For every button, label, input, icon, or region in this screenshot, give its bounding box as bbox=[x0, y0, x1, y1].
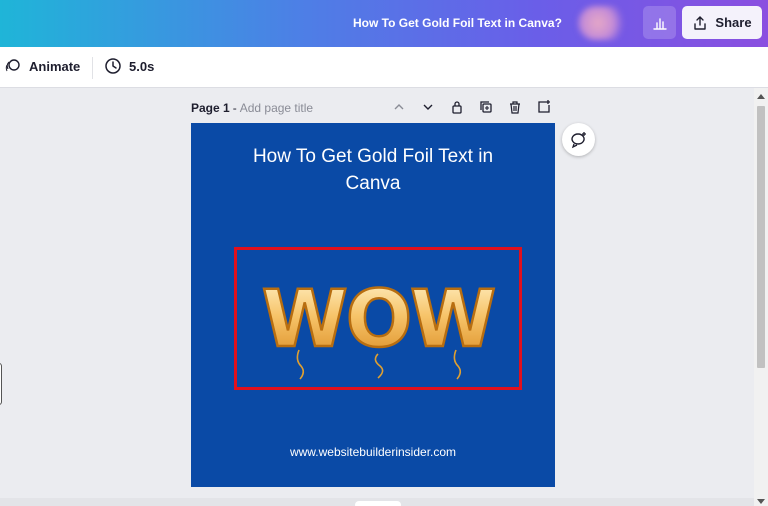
share-label: Share bbox=[715, 15, 752, 30]
animate-icon bbox=[5, 59, 20, 72]
duration-button[interactable]: 5.0s bbox=[104, 57, 154, 75]
add-comment-icon bbox=[570, 131, 586, 148]
page-title-input[interactable]: Add page title bbox=[240, 101, 313, 115]
add-comment-button[interactable] bbox=[562, 123, 595, 156]
vertical-scrollbar[interactable] bbox=[754, 88, 768, 506]
lock-icon[interactable] bbox=[448, 98, 466, 116]
page-header: Page 1 - Add page title bbox=[191, 100, 555, 116]
chevron-up-icon[interactable] bbox=[390, 98, 408, 116]
heading-line-1: How To Get Gold Foil Text in bbox=[252, 146, 494, 167]
document-title[interactable]: How To Get Gold Foil Text in Canva? bbox=[353, 16, 562, 30]
website-url-text[interactable]: www.websitebuilderinsider.com bbox=[191, 445, 555, 459]
wow-balloon-text: WOW bbox=[262, 275, 494, 365]
page-tools bbox=[390, 98, 553, 116]
clock-icon bbox=[105, 58, 121, 74]
design-heading[interactable]: How To Get Gold Foil Text in Canva bbox=[191, 143, 555, 197]
add-page-icon[interactable] bbox=[535, 98, 553, 116]
scroll-down-arrow[interactable] bbox=[757, 499, 765, 504]
trash-icon[interactable] bbox=[506, 98, 524, 116]
scroll-thumb[interactable] bbox=[757, 106, 765, 368]
toolbar-divider bbox=[92, 57, 93, 79]
design-page[interactable]: How To Get Gold Foil Text in Canva WOW w… bbox=[191, 123, 555, 487]
page-separator: - bbox=[232, 101, 237, 115]
animate-label: Animate bbox=[29, 58, 81, 74]
page-number-label: Page 1 bbox=[191, 101, 230, 115]
selected-element-frame[interactable]: WOW bbox=[234, 247, 522, 390]
share-upload-icon bbox=[694, 15, 707, 30]
scroll-up-arrow[interactable] bbox=[757, 94, 765, 99]
animate-button[interactable]: Animate bbox=[4, 57, 80, 75]
side-panel-handle[interactable] bbox=[0, 363, 2, 405]
duplicate-icon[interactable] bbox=[477, 98, 495, 116]
heading-line-2: Canva bbox=[345, 173, 401, 194]
insights-button[interactable] bbox=[643, 6, 676, 39]
share-button[interactable]: Share bbox=[682, 6, 762, 39]
wow-balloon-graphic[interactable]: WOW bbox=[237, 250, 519, 387]
insights-icon bbox=[652, 17, 667, 30]
duration-label: 5.0s bbox=[129, 58, 155, 74]
editor-header: How To Get Gold Foil Text in Canva? Shar… bbox=[0, 0, 768, 47]
context-toolbar: Animate 5.0s bbox=[0, 47, 768, 88]
chevron-down-icon[interactable] bbox=[419, 98, 437, 116]
avatar[interactable] bbox=[578, 6, 628, 40]
bottom-handle[interactable] bbox=[355, 501, 401, 506]
